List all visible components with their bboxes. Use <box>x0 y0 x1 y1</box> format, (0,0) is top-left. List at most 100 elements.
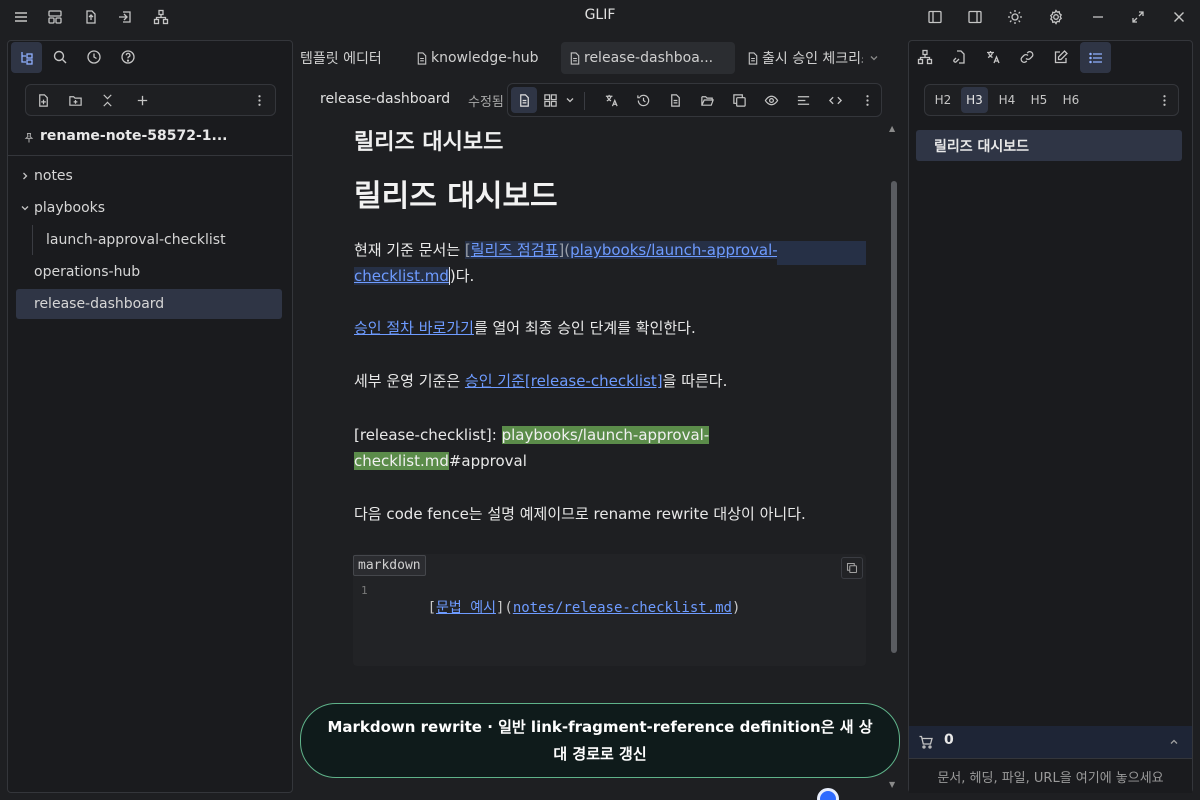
code-icon[interactable] <box>824 89 846 111</box>
note-name: release-dashboard <box>320 91 451 107</box>
markdown-link[interactable]: [릴리즈 점검표](playbooks/launch-approval- <box>464 241 778 259</box>
scroll-down-arrow-icon[interactable]: ▼ <box>889 780 899 790</box>
chevron-up-icon[interactable] <box>1167 735 1181 749</box>
tab-label: knowledge-hub <box>431 50 539 66</box>
reference-label[interactable]: [release-checklist] <box>525 372 663 390</box>
heading-h3-button[interactable]: H3 <box>961 87 988 113</box>
tree-file-release-dashboard[interactable]: release-dashboard <box>16 289 282 319</box>
history-icon[interactable] <box>632 89 654 111</box>
reference-definition[interactable]: [release-checklist]: playbooks/launch-ap… <box>354 422 710 448</box>
tree-folder-playbooks[interactable]: playbooks <box>16 193 282 223</box>
help-icon[interactable] <box>116 45 140 69</box>
tab-overflow-chevron-icon[interactable] <box>867 50 881 66</box>
paragraph-1-line-2[interactable]: checklist.md)다. <box>354 263 475 289</box>
preview-eye-icon[interactable] <box>760 89 782 111</box>
pinned-note-title[interactable]: rename-note-58572-1... <box>40 128 228 144</box>
new-folder-icon[interactable] <box>64 89 86 111</box>
approval-shortcut-link[interactable]: 승인 절차 바로가기 <box>354 319 474 337</box>
cart-icon <box>917 734 935 750</box>
tab-knowledge-hub[interactable]: knowledge-hub <box>412 42 542 74</box>
link-url[interactable]: playbooks/launch-approval- <box>570 241 778 259</box>
tree-label: release-dashboard <box>34 296 165 312</box>
graph-icon[interactable] <box>913 45 937 69</box>
more-options-icon[interactable] <box>856 89 878 111</box>
toolbar-divider <box>584 92 585 110</box>
code-bracket: ) <box>731 600 741 616</box>
copy-icon[interactable] <box>728 89 750 111</box>
minimize-icon[interactable] <box>1085 4 1111 30</box>
new-note-icon[interactable] <box>32 89 54 111</box>
search-icon[interactable] <box>48 45 72 69</box>
document-icon <box>416 51 428 65</box>
status-indicator-dot[interactable] <box>817 788 839 800</box>
history-clock-icon[interactable] <box>82 45 106 69</box>
heading-h6-button[interactable]: H6 <box>1059 88 1083 112</box>
close-icon[interactable] <box>1166 4 1192 30</box>
align-icon[interactable] <box>792 89 814 111</box>
document-title: 릴리즈 대시보드 <box>354 130 504 155</box>
grid-view-icon[interactable] <box>539 89 561 111</box>
reference-path[interactable]: checklist.md <box>354 452 449 470</box>
theme-sun-icon[interactable] <box>1002 4 1028 30</box>
editor-scrollbar-thumb[interactable] <box>891 181 897 653</box>
reference-path[interactable]: playbooks/launch-approval- <box>501 426 710 444</box>
rewrite-toast: Markdown rewrite · 일반 link-fragment-refe… <box>300 703 900 778</box>
tab-launch-checklist[interactable]: 출시 승인 체크리스 <box>743 42 863 74</box>
outline-item[interactable]: 릴리즈 대시보드 <box>916 130 1182 161</box>
paragraph-5[interactable]: 다음 code fence는 설명 예제이므로 rename rewrite 대… <box>354 501 806 527</box>
collapse-all-icon[interactable] <box>96 89 118 111</box>
editor-toolbar <box>507 83 882 117</box>
editor-panel: 템플릿 에디터 knowledge-hub release-dashboa...… <box>297 40 905 800</box>
explorer-toolbar <box>25 84 276 116</box>
settings-gear-icon[interactable] <box>1043 4 1069 30</box>
folder-open-icon[interactable] <box>696 89 718 111</box>
title-bar: GLIF <box>0 0 1200 34</box>
document-icon <box>747 51 759 65</box>
cart-bar[interactable]: 0 <box>909 726 1192 758</box>
code-language-label: markdown <box>353 555 426 576</box>
document-view-icon[interactable] <box>511 87 537 113</box>
edit-icon[interactable] <box>1049 45 1073 69</box>
toggle-right-sidebar-icon[interactable] <box>962 4 988 30</box>
maximize-icon[interactable] <box>1125 4 1151 30</box>
paragraph-2[interactable]: 승인 절차 바로가기를 열어 최종 승인 단계를 확인한다. <box>354 315 696 341</box>
translate-icon[interactable] <box>600 89 622 111</box>
toggle-left-sidebar-icon[interactable] <box>922 4 948 30</box>
tab-release-dashboard[interactable]: release-dashboa... <box>561 42 735 74</box>
tab-label: release-dashboa... <box>584 50 714 66</box>
heading-h5-button[interactable]: H5 <box>1027 88 1051 112</box>
heading-h2-button[interactable]: H2 <box>931 88 955 112</box>
drop-zone[interactable]: 문서, 헤딩, 파일, URL을 여기에 놓으세요 <box>909 758 1192 793</box>
outline-panel: H2 H3 H4 H5 H6 릴리즈 대시보드 0 문서, 헤딩, 파일, UR… <box>908 40 1193 793</box>
scroll-up-arrow-icon[interactable]: ▲ <box>889 124 899 134</box>
tree-indent-guide <box>32 225 33 255</box>
link-url[interactable]: checklist.md <box>354 267 449 285</box>
approval-criteria-link[interactable]: 승인 기준 <box>465 372 525 390</box>
view-chevron-down-icon[interactable] <box>562 89 578 111</box>
translate-icon[interactable] <box>981 45 1005 69</box>
add-icon[interactable] <box>131 89 153 111</box>
paragraph-3[interactable]: 세부 운영 기준은 승인 기준[release-checklist]을 따른다. <box>354 368 727 394</box>
mode-label: 수정됨 <box>468 95 504 110</box>
file-text-icon[interactable] <box>664 89 686 111</box>
code-line-number: 1 <box>361 584 368 597</box>
tree-folder-notes[interactable]: notes <box>16 161 282 191</box>
link-icon[interactable] <box>1015 45 1039 69</box>
tree-file-operations-hub[interactable]: operations-hub <box>34 257 300 287</box>
link-text[interactable]: 릴리즈 점검표 <box>471 241 559 259</box>
copy-code-icon[interactable] <box>841 557 863 579</box>
code-bracket: [ <box>427 600 437 616</box>
code-block[interactable]: markdown 1 [문법 예시](notes/release-checkli… <box>353 554 866 666</box>
heading-h1: 릴리즈 대시보드 <box>354 179 558 214</box>
tree-file-launch-approval-checklist[interactable]: launch-approval-checklist <box>46 225 276 255</box>
text: 현재 기준 문서는 <box>354 241 465 259</box>
file-link-icon[interactable] <box>947 45 971 69</box>
text: 세부 운영 기준은 <box>354 372 465 390</box>
more-options-icon[interactable] <box>1153 89 1175 111</box>
reference-definition-line-2[interactable]: checklist.md#approval <box>354 448 527 474</box>
file-tree-icon[interactable] <box>11 42 42 73</box>
tab-template-editor[interactable]: 템플릿 에디터 <box>300 42 400 74</box>
heading-h4-button[interactable]: H4 <box>995 88 1019 112</box>
more-options-icon[interactable] <box>248 89 270 111</box>
outline-list-icon[interactable] <box>1080 42 1111 73</box>
